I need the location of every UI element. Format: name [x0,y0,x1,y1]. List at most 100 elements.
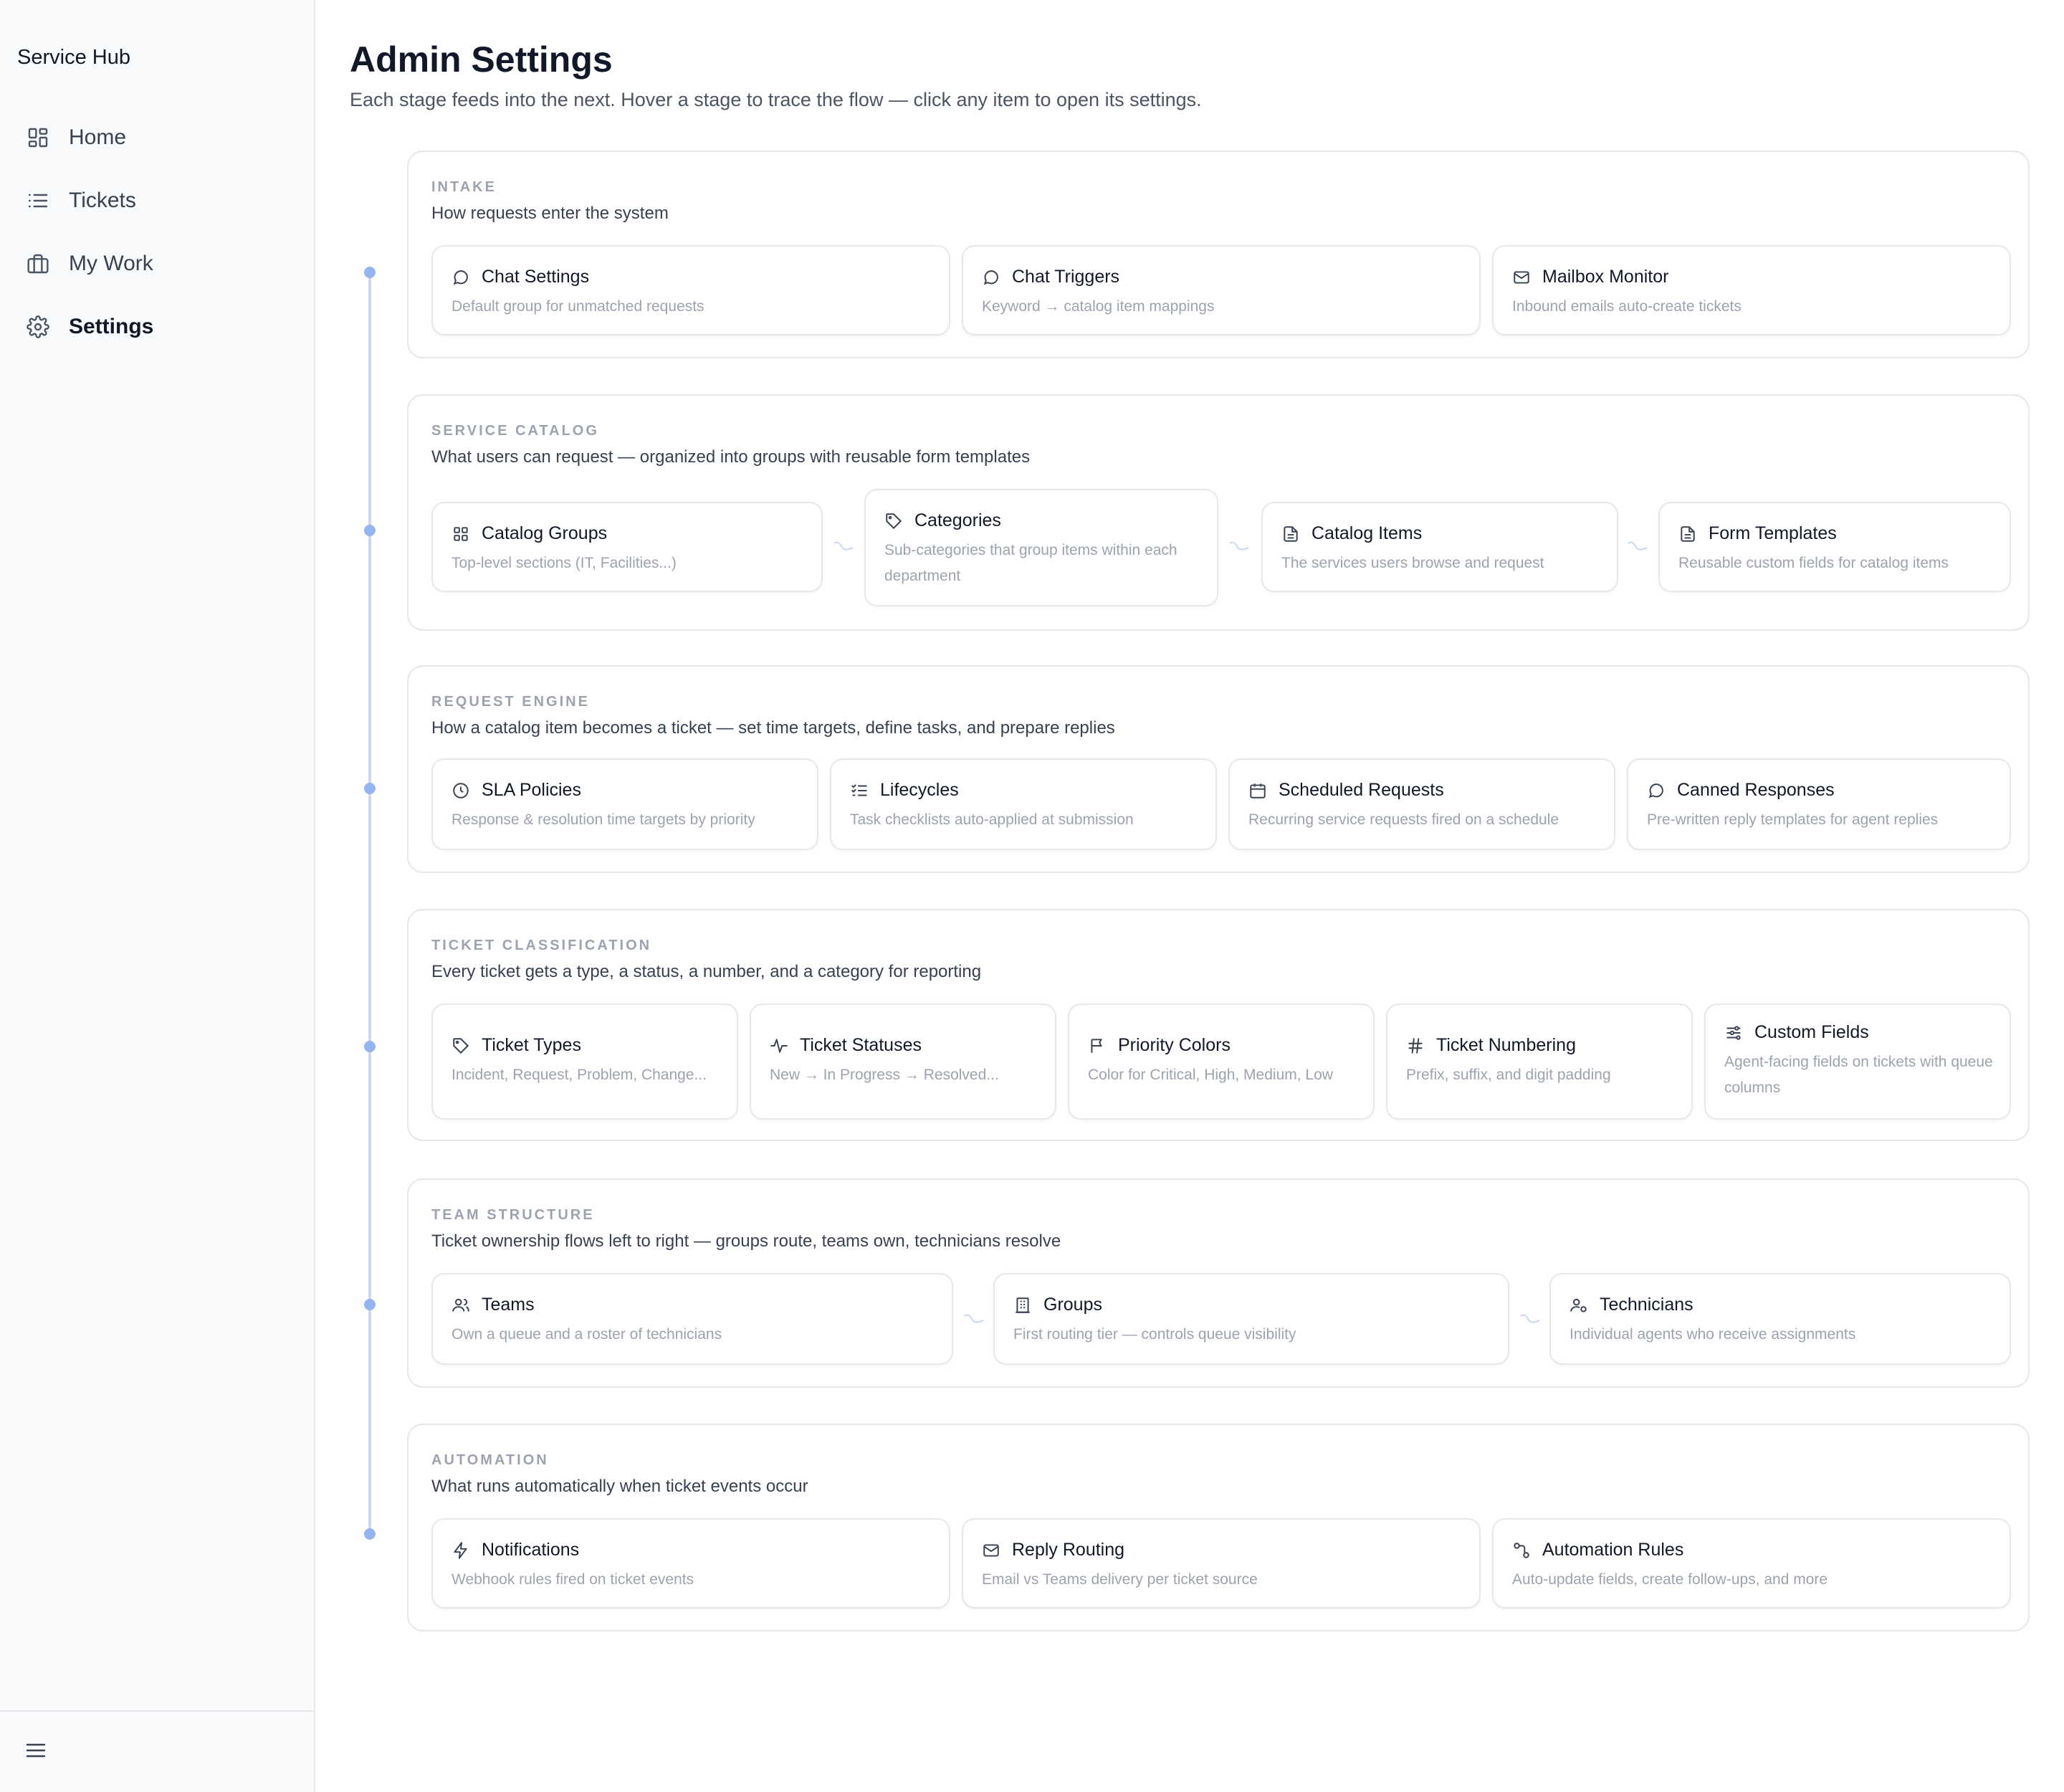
card-title: Canned Responses [1647,780,1835,801]
timeline-dot [364,1041,376,1052]
stage-label: INTAKE [431,179,497,195]
card-ticket-statuses[interactable]: Ticket Statuses New → In Progress → Reso… [750,1004,1056,1120]
card-scheduled-requests[interactable]: Scheduled Requests Recurring service req… [1228,758,1615,850]
card-catalog-items[interactable]: Catalog Items The services users browse … [1261,502,1618,592]
timeline-dot [364,783,376,794]
card-title: SLA Policies [452,780,581,801]
card-reply-routing[interactable]: Reply Routing Email vs Teams delivery pe… [962,1518,1481,1608]
card-description: Color for Critical, High, Medium, Low [1088,1067,1333,1083]
stage-description: How requests enter the system [431,204,669,223]
card-description: Sub-categories that group items within e… [884,542,1177,584]
card-ticket-types[interactable]: Ticket Types Incident, Request, Problem,… [431,1004,738,1120]
card-custom-fields[interactable]: Custom Fields Agent-facing fields on tic… [1704,1004,2011,1120]
card-canned-responses[interactable]: Canned Responses Pre-written reply templ… [1627,758,2011,850]
card-description: The services users browse and request [1281,555,1544,571]
card-priority-colors[interactable]: Priority Colors Color for Critical, High… [1068,1004,1375,1120]
card-ticket-numbering[interactable]: Ticket Numbering Prefix, suffix, and dig… [1386,1004,1693,1120]
stage-automation: AUTOMATION What runs automatically when … [407,1424,2030,1631]
sidebar-item-tickets[interactable]: Tickets [17,169,304,232]
grid-icon [454,526,468,541]
card-description: Pre-written reply templates for agent re… [1647,811,1939,828]
stage-label: AUTOMATION [431,1452,549,1468]
card-title: Catalog Groups [452,523,607,544]
card-description: Agent-facing fields on tickets with queu… [1724,1054,1993,1096]
hash-icon [1408,1037,1423,1054]
document-icon [1681,525,1695,542]
card-technicians[interactable]: Technicians Individual agents who receiv… [1549,1273,2011,1365]
card-title: Technicians [1570,1295,1693,1315]
sidebar-item-settings[interactable]: Settings [17,295,304,358]
tag-icon [453,1037,469,1054]
card-title: Mailbox Monitor [1512,267,1668,287]
stage-label: TICKET CLASSIFICATION [431,938,652,953]
stage-description: Every ticket gets a type, a status, a nu… [431,962,982,981]
card-description: Top-level sections (IT, Facilities...) [452,555,677,571]
connector-arrow [1227,539,1253,553]
sidebar-item-label: Settings [69,315,154,338]
card-notifications[interactable]: Notifications Webhook rules fired on tic… [431,1518,950,1608]
page-subtitle: Each stage feeds into the next. Hover a … [350,89,1202,110]
card-chat-settings[interactable]: Chat Settings Default group for unmatche… [431,245,950,335]
flag-icon [1091,1038,1102,1053]
tag-icon [886,513,902,529]
chat-icon [983,270,998,285]
card-description: Individual agents who receive assignment… [1570,1326,1856,1343]
card-title: Custom Fields [1724,1022,1869,1043]
stage-description: What runs automatically when ticket even… [431,1477,808,1496]
card-title: Lifecycles [850,780,959,801]
dashboard-icon [26,125,50,150]
timeline-dot [364,267,376,278]
card-catalog-groups[interactable]: Catalog Groups Top-level sections (IT, F… [431,502,823,592]
card-title: Catalog Items [1281,523,1422,544]
card-groups[interactable]: Groups First routing tier — controls que… [993,1273,1509,1365]
mail-icon [1514,270,1529,284]
sidebar-item-my-work[interactable]: My Work [17,232,304,295]
sidebar-item-label: Home [69,125,127,149]
card-title: Automation Rules [1512,1540,1683,1560]
stage-label: TEAM STRUCTURE [431,1207,595,1223]
card-title: Ticket Types [452,1035,581,1056]
sidebar: Service Hub Home Tickets My Work Setting… [0,0,315,1792]
user-cog-icon [1570,1298,1587,1312]
card-lifecycles[interactable]: Lifecycles Task checklists auto-applied … [830,758,1217,850]
card-title: Categories [884,510,1001,531]
activity-icon [770,1038,788,1053]
stage-ticket-classification: TICKET CLASSIFICATION Every ticket gets … [407,909,2030,1141]
chat-icon [1648,783,1663,798]
card-description: Auto-update fields, create follow-ups, a… [1512,1571,1828,1588]
timeline-dot [364,1528,376,1540]
card-description: Webhook rules fired on ticket events [452,1571,694,1588]
timeline-dot [364,1299,376,1310]
card-title: Ticket Numbering [1406,1035,1576,1056]
card-mailbox-monitor[interactable]: Mailbox Monitor Inbound emails auto-crea… [1492,245,2011,335]
page-title: Admin Settings [350,39,613,80]
sidebar-item-home[interactable]: Home [17,106,304,169]
card-form-templates[interactable]: Form Templates Reusable custom fields fo… [1658,502,2011,592]
card-description: Inbound emails auto-create tickets [1512,298,1742,315]
list-icon [26,189,50,213]
card-teams[interactable]: Teams Own a queue and a roster of techni… [431,1273,953,1365]
card-description: First routing tier — controls queue visi… [1013,1326,1296,1343]
timeline-dot [364,525,376,536]
card-chat-triggers[interactable]: Chat Triggers Keyword → catalog item map… [962,245,1481,335]
menu-icon[interactable] [24,1739,49,1763]
card-description: Recurring service requests fired on a sc… [1248,811,1559,828]
connector-arrow [1625,539,1651,553]
card-title: Groups [1013,1295,1102,1315]
card-title: Reply Routing [982,1540,1124,1560]
stage-service-catalog: SERVICE CATALOG What users can request —… [407,394,2030,631]
card-description: Own a queue and a roster of technicians [452,1326,722,1343]
sidebar-footer [0,1710,314,1792]
card-description: Email vs Teams delivery per ticket sourc… [982,1571,1258,1588]
card-automation-rules[interactable]: Automation Rules Auto-update fields, cre… [1492,1518,2011,1608]
stage-request-engine: REQUEST ENGINE How a catalog item become… [407,665,2030,873]
gear-icon [26,315,50,339]
card-title: Scheduled Requests [1248,780,1444,801]
connector-arrow [962,1312,988,1326]
card-categories[interactable]: Categories Sub-categories that group ite… [864,489,1218,606]
card-description: Incident, Request, Problem, Change... [452,1067,707,1083]
card-sla-policies[interactable]: SLA Policies Response & resolution time … [431,758,818,850]
card-title: Teams [452,1295,535,1315]
timeline-line [368,270,371,1528]
clock-icon [453,782,469,799]
